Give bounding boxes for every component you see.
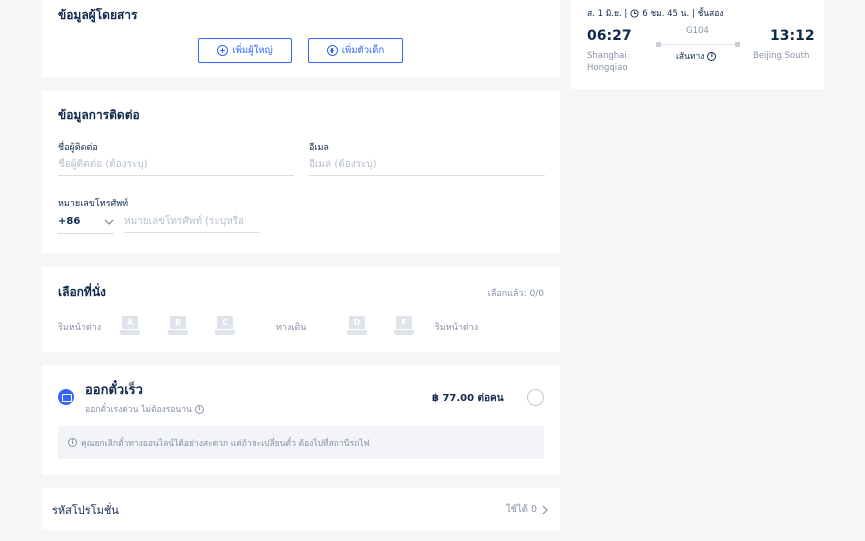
- promo-code-row[interactable]: รหัสโปรโมชั่น ใช้ได้ 0: [42, 488, 560, 530]
- chevron-down-icon: [104, 219, 114, 225]
- route-link-label: เส้นทาง: [676, 52, 705, 62]
- seat-title: เลือกที่นั่ง: [58, 285, 106, 299]
- depart-station: Shanghai Hongqiao: [587, 50, 628, 74]
- seat-base: [394, 329, 414, 335]
- add-child-label: เพิ่มตัวเด็ก: [341, 45, 385, 56]
- passenger-title: ข้อมูลผู้โดยสาร: [58, 8, 138, 22]
- fast-ticket-note: i คุณยกเลิกตั๋วทางออนไลน์ได้อย่างสะดวก แ…: [58, 426, 544, 459]
- train-number: G104: [686, 26, 709, 36]
- trip-summary-card: ส. 1 มิ.ย. | 6 ชม. 45 น. | ชั้นสอง 06:27…: [571, 0, 824, 89]
- seat-letter: C: [217, 316, 233, 329]
- phone-input[interactable]: [124, 211, 260, 233]
- seat-d[interactable]: D: [347, 316, 367, 336]
- depart-station-line1: Shanghai: [587, 51, 627, 61]
- add-adult-label: เพิ่มผู้ใหญ่: [232, 45, 273, 56]
- seat-base: [215, 329, 235, 335]
- seat-c[interactable]: C: [215, 316, 235, 336]
- seat-section: เลือกที่นั่ง เลือกแล้ว: 0/0 ริมหน้าต่าง …: [42, 267, 560, 352]
- ticket-icon: [58, 389, 74, 405]
- fast-ticket-note-text: คุณยกเลิกตั๋วทางออนไลน์ได้อย่างสะดวก แต่…: [81, 438, 370, 449]
- window-right-label: ริมหน้าต่าง: [435, 323, 479, 333]
- info-icon[interactable]: i: [194, 404, 204, 414]
- seat-base: [120, 329, 140, 335]
- passenger-section: ข้อมูลผู้โดยสาร เพิ่มผู้ใหญ่ เพิ่มตัวเด็…: [42, 0, 560, 77]
- add-child-button[interactable]: เพิ่มตัวเด็ก: [308, 38, 403, 63]
- contact-name-label: ชื่อผู้ติดต่อ: [58, 143, 98, 153]
- trip-date: ส. 1 มิ.ย. |: [587, 9, 628, 19]
- promo-available: ใช้ได้ 0: [506, 502, 548, 517]
- trip-duration: 6 ชม. 45 น. | ชั้นสอง: [642, 9, 724, 19]
- seat-a[interactable]: A: [120, 316, 140, 336]
- trip-meta: ส. 1 มิ.ย. | 6 ชม. 45 น. | ชั้นสอง: [587, 6, 723, 20]
- depart-time: 06:27: [587, 28, 632, 44]
- fast-ticket-radio[interactable]: [527, 389, 544, 406]
- plus-circle-icon: [326, 45, 338, 56]
- fast-ticket-price: ฿ 77.00 ต่อคน: [432, 393, 504, 404]
- route-link[interactable]: เส้นทาง i: [676, 49, 717, 63]
- seat-letter: A: [122, 316, 138, 329]
- seat-base: [347, 329, 367, 335]
- email-label: อีเมล: [309, 143, 329, 153]
- arrive-time: 13:12: [770, 28, 815, 44]
- country-code-value: +86: [58, 216, 81, 227]
- country-code-select[interactable]: +86: [58, 210, 114, 234]
- contact-section: ข้อมูลการติดต่อ ชื่อผู้ติดต่อ อีเมล หมาย…: [42, 91, 560, 253]
- add-adult-button[interactable]: เพิ่มผู้ใหญ่: [198, 38, 292, 63]
- fast-ticket-subtitle: ออกตั๋วเร่งด่วน ไม่ต้องรอนาน: [85, 405, 192, 415]
- promo-code-label: รหัสโปรโมชั่น: [52, 504, 119, 517]
- seat-letter: B: [170, 316, 186, 329]
- info-icon: i: [68, 438, 77, 447]
- fast-ticket-subtitle-row: ออกตั๋วเร่งด่วน ไม่ต้องรอนาน i: [85, 402, 204, 416]
- contact-name-input[interactable]: [58, 154, 294, 176]
- clock-icon: [630, 8, 639, 18]
- phone-label: หมายเลขโทรศัพท์: [58, 199, 129, 209]
- fast-ticket-title: ออกตั๋วเร็ว: [85, 383, 143, 398]
- info-icon: i: [707, 51, 717, 61]
- chevron-right-icon: [542, 505, 548, 514]
- plus-circle-icon: [217, 45, 229, 56]
- route-line: [656, 42, 740, 47]
- seat-letter: F: [396, 316, 412, 329]
- fast-ticket-section: ออกตั๋วเร็ว ออกตั๋วเร่งด่วน ไม่ต้องรอนาน…: [42, 365, 560, 475]
- seat-b[interactable]: B: [168, 316, 188, 336]
- seat-selected-count: เลือกแล้ว: 0/0: [487, 289, 544, 299]
- window-left-label: ริมหน้าต่าง: [58, 323, 102, 333]
- depart-station-line2: Hongqiao: [587, 63, 628, 73]
- seat-base: [168, 329, 188, 335]
- seat-letter: D: [349, 316, 365, 329]
- promo-available-label: ใช้ได้ 0: [505, 504, 537, 515]
- contact-title: ข้อมูลการติดต่อ: [58, 108, 140, 122]
- arrive-station: Beijing South: [753, 51, 810, 61]
- aisle-label: ทางเดิน: [276, 323, 307, 333]
- email-input[interactable]: [309, 154, 545, 176]
- seat-f[interactable]: F: [394, 316, 414, 336]
